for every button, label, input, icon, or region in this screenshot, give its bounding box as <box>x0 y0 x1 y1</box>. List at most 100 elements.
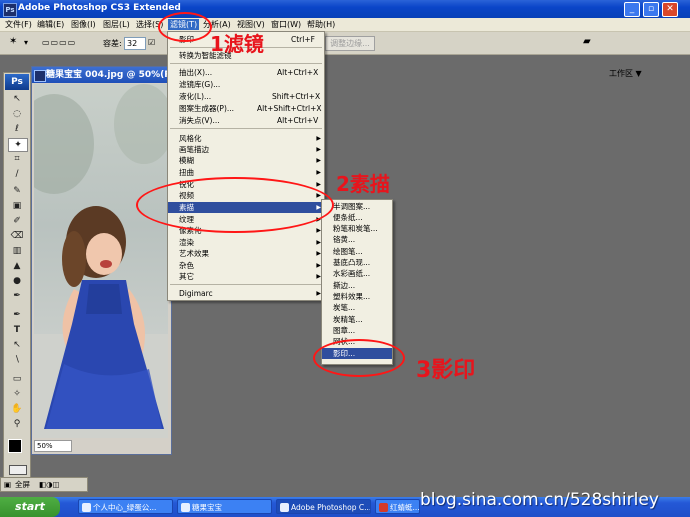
zoom-level[interactable]: 50% <box>34 440 72 452</box>
taskbar-item-browser[interactable]: 个人中心_绿蛋公... <box>78 499 173 514</box>
restore-button[interactable]: ▫ <box>643 2 659 17</box>
menu-item-brush-strokes[interactable]: 画笔描边 ▶ <box>168 144 324 155</box>
notes-tool-icon[interactable]: ▭ <box>8 373 26 385</box>
submenu-item-chalk-charcoal[interactable]: 粉笔和炭笔... <box>322 223 392 234</box>
close-button[interactable]: ✕ <box>662 2 678 17</box>
annotation-circle-photocopy <box>313 339 405 377</box>
submenu-item-water-paper[interactable]: 水彩画纸... <box>322 268 392 279</box>
line-tool-icon[interactable]: ∖ <box>8 354 26 366</box>
annotation-step1: 1滤镜 <box>210 32 264 56</box>
document-icon <box>34 70 46 82</box>
eraser-tool-icon[interactable]: ▥ <box>8 245 26 257</box>
options-bar: ✶ ▾ ▭▭▭▭ 容差: 32 ☑ 调整边缘... ▰ 工作区 ▼ <box>0 32 690 78</box>
watermark: blog.sina.com.cn/528shirley <box>420 490 659 510</box>
gradient-tool-icon[interactable]: ▲ <box>8 260 26 272</box>
pen-tool-icon[interactable]: ✒ <box>8 309 26 321</box>
submenu-item-note-paper[interactable]: 便条纸... <box>322 212 392 223</box>
menu-help[interactable]: 帮助(H) <box>307 19 335 30</box>
zoom-tool-icon[interactable]: ⚲ <box>8 418 26 430</box>
hand-tool-icon[interactable]: ✋ <box>8 403 26 415</box>
marquee-tool-icon[interactable]: ◌ <box>8 108 26 120</box>
minimize-button[interactable]: _ <box>624 2 640 17</box>
menu-item-stylize[interactable]: 风格化 ▶ <box>168 133 324 144</box>
submenu-item-charcoal[interactable]: 炭笔... <box>322 302 392 313</box>
annotation-circle-filter <box>158 12 212 42</box>
submenu-item-graphic-pen[interactable]: 绘图笔... <box>322 246 392 257</box>
healing-brush-icon[interactable]: ✎ <box>8 185 26 197</box>
menu-window[interactable]: 窗口(W) <box>271 19 301 30</box>
type-tool-icon[interactable]: T <box>8 324 26 336</box>
selection-mode-icons[interactable]: ▭▭▭▭ <box>42 38 76 47</box>
menu-item-render[interactable]: 渲染 ▶ <box>168 237 324 248</box>
menu-item-filter-gallery[interactable]: 滤镜库(G)... <box>168 79 324 90</box>
menu-separator <box>170 284 322 285</box>
anti-alias-checkbox[interactable]: ☑ <box>148 38 155 47</box>
brush-tool-icon[interactable]: ▣ <box>8 200 26 212</box>
menu-item-liquify[interactable]: 液化(L)... Shift+Ctrl+X <box>168 91 324 102</box>
lasso-tool-icon[interactable]: ℓ <box>8 123 26 135</box>
menu-separator <box>170 128 322 129</box>
title-bar: Ps Adobe Photoshop CS3 Extended _ ▫ ✕ <box>0 0 690 18</box>
menu-item-vanishing-point[interactable]: 消失点(V)... Alt+Ctrl+V <box>168 115 324 126</box>
menu-item-noise[interactable]: 杂色 ▶ <box>168 260 324 271</box>
tool-preset-dropdown-icon[interactable]: ▾ <box>24 38 28 47</box>
app-icon: Ps <box>3 3 17 17</box>
browser-icon <box>82 503 91 512</box>
ps-logo: Ps <box>5 74 29 90</box>
refine-edge-button[interactable]: 调整边缘... <box>325 36 375 51</box>
document-title: 糖果宝宝 004.jpg @ 50%(R <box>32 67 171 83</box>
fullscreen-button[interactable]: 全屏 <box>15 478 30 491</box>
menu-item-other[interactable]: 其它 ▶ <box>168 271 324 282</box>
submenu-item-stamp[interactable]: 图章... <box>322 325 392 336</box>
annotation-step3: 3影印 <box>416 358 476 383</box>
foreground-color-swatch[interactable] <box>8 439 22 453</box>
menu-item-extract[interactable]: 抽出(X)... Alt+Ctrl+X <box>168 67 324 78</box>
menu-edit[interactable]: 编辑(E) <box>37 19 64 30</box>
filter-menu: 影印 Ctrl+F 转换为智能滤镜 抽出(X)... Alt+Ctrl+X 滤镜库(… <box>167 31 325 301</box>
submenu-item-conte-crayon[interactable]: 炭精笔... <box>322 314 392 325</box>
tolerance-input[interactable]: 32 <box>124 37 146 50</box>
menu-layer[interactable]: 图层(L) <box>103 19 130 30</box>
crop-tool-icon[interactable]: ⌗ <box>8 153 26 165</box>
magic-wand-icon[interactable]: ✶ <box>9 36 17 47</box>
annotation-step2: 2素描 <box>336 172 390 196</box>
eyedropper-tool-icon[interactable]: ✧ <box>8 388 26 400</box>
magic-wand-tool-icon[interactable]: ✦ <box>8 138 28 152</box>
blur-tool-icon[interactable]: ● <box>8 275 26 287</box>
submenu-item-plaster[interactable]: 塑料效果... <box>322 291 392 302</box>
menu-bar: 文件(F) 编辑(E) 图像(I) 图层(L) 选择(S) 滤镜(T) 分析(A… <box>0 18 690 32</box>
screen-mode-bar: ▣ 全屏 ◧◑◫ <box>0 477 88 492</box>
menu-item-artistic[interactable]: 艺术效果 ▶ <box>168 248 324 259</box>
submenu-item-chrome[interactable]: 铬黄... <box>322 234 392 245</box>
menu-item-pattern-maker[interactable]: 图案生成器(P)... Alt+Shift+Ctrl+X <box>168 103 324 114</box>
workspace-menu[interactable]: 工作区 ▼ <box>609 68 642 79</box>
submenu-item-torn-edges[interactable]: 撕边... <box>322 280 392 291</box>
document-canvas[interactable] <box>34 84 168 438</box>
photoshop-icon <box>280 503 289 512</box>
menu-file[interactable]: 文件(F) <box>5 19 32 30</box>
submenu-item-bas-relief[interactable]: 基底凸现... <box>322 257 392 268</box>
menu-item-blur[interactable]: 模糊 ▶ <box>168 155 324 166</box>
child-photo <box>34 84 168 438</box>
quick-mask-icon[interactable] <box>9 465 27 475</box>
clone-stamp-icon[interactable]: ✐ <box>8 215 26 227</box>
folder-icon <box>181 503 190 512</box>
move-tool-icon[interactable]: ↖ <box>8 93 26 105</box>
toolbox: Ps ↖ ◌ ℓ ✦ ⌗ ∕ ✎ ▣ ✐ ⌫ ▥ ▲ ● ✒ ✒ T ↖ ∖ ▭… <box>3 72 31 478</box>
screen-mode-icon[interactable]: ▣ <box>4 478 11 491</box>
annotation-circle-sketch <box>136 177 334 233</box>
window-title: Adobe Photoshop CS3 Extended <box>18 3 181 13</box>
taskbar-item-other[interactable]: 红蜻蜓... <box>375 499 420 514</box>
menu-item-digimarc[interactable]: Digimarc ▶ <box>168 288 324 299</box>
document-window: 糖果宝宝 004.jpg @ 50%(R 50% <box>31 66 172 455</box>
workspace-icon[interactable]: ▰ <box>583 36 591 47</box>
menu-image[interactable]: 图像(I) <box>71 19 96 30</box>
start-button[interactable]: start <box>0 497 60 517</box>
jump-to-icon[interactable]: ◧◑◫ <box>39 478 60 491</box>
taskbar-item-photoshop[interactable]: Adobe Photoshop C... <box>276 499 371 514</box>
slice-tool-icon[interactable]: ∕ <box>8 168 26 180</box>
dodge-tool-icon[interactable]: ✒ <box>8 290 26 302</box>
taskbar-item-folder[interactable]: 糖果宝宝 <box>177 499 272 514</box>
path-select-icon[interactable]: ↖ <box>8 339 26 351</box>
history-brush-icon[interactable]: ⌫ <box>8 230 26 242</box>
